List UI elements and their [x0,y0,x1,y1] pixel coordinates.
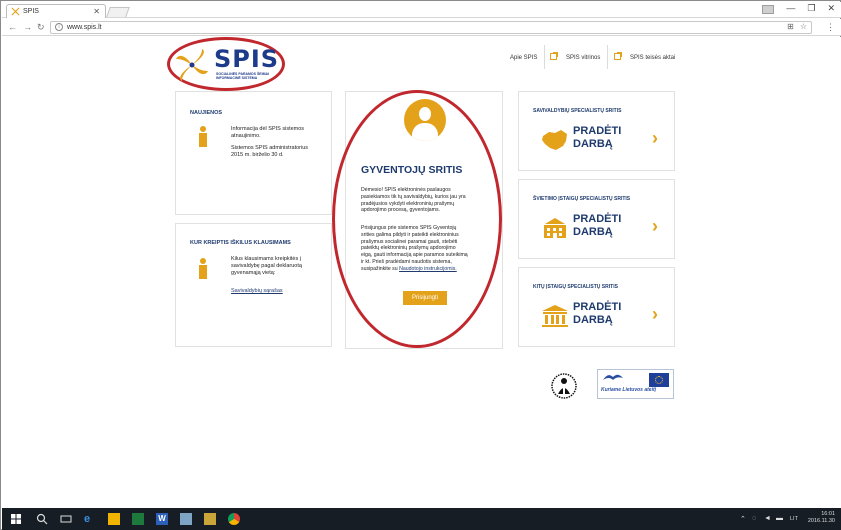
browser-window: SPIS ✕ — ❐ ✕ ← → ↻ i www.spis.lt ⊞ ☆ ⋮ S… [0,0,841,530]
login-button[interactable]: Prisijungti [403,291,447,305]
chevron-right-icon[interactable]: › [652,128,658,149]
area-title: ŠVIETIMO ĮSTAIGŲ SPECIALISTŲ SRITIS [533,196,631,202]
restore-icon[interactable]: ❐ [807,3,815,14]
spis-logo[interactable]: SPIS SOCIALINĖS PARAMOS ŠEIMAI INFORMACI… [172,43,282,87]
contact-line: savivaldybę pagal deklaruotą [231,263,302,269]
language-indicator[interactable]: LIT [790,516,798,522]
user-instructions-link[interactable]: Naudotojo instrukcijomis. [399,266,457,272]
tab-title: SPIS [23,8,39,15]
news-title: NAUJIENOS [190,110,223,116]
municipalities-link[interactable]: Savivaldybių sąrašas [231,288,283,294]
volume-icon[interactable]: ◄ [764,515,771,522]
notification-icon[interactable]: ▬ [776,515,783,522]
chrome-icon[interactable] [228,513,240,525]
close-window-icon[interactable]: ✕ [827,3,835,14]
news-line[interactable]: atnaujinimo. [231,133,308,140]
area-card-municipality[interactable]: SAVIVALDYBIŲ SPECIALISTŲ SRITIS PRADĖTI … [518,91,675,171]
start-label: PRADĖTI [573,125,622,137]
logo-text: SPIS [214,45,280,73]
windows-start-icon[interactable] [10,513,22,525]
info-icon [198,258,208,279]
excel-icon[interactable] [132,513,144,525]
chevron-right-icon[interactable]: › [652,216,658,237]
contact-line: Kilus klausimams kreipkitės į [231,256,301,262]
residents-title: GYVENTOJŲ SRITIS [361,164,463,176]
contact-line: gyvenamąją vietą: [231,270,276,276]
eu-slogan: Kuriame Lietuvos ateitį [601,387,657,393]
lithuania-map-icon [542,130,567,150]
task-view-icon[interactable] [60,513,72,525]
window-controls: — ❐ ✕ [762,3,835,14]
news-line[interactable]: Informacija dėl SPIS sistemos [231,126,308,133]
area-card-other[interactable]: KITŲ ĮSTAIGŲ SPECIALISTŲ SRITIS PRADĖTI … [518,267,675,347]
residents-notice: Dėmesio! SPIS elektroninės paslaugos pas… [361,187,466,214]
area-title: KITŲ ĮSTAIGŲ SPECIALISTŲ SRITIS [533,284,618,290]
file-explorer-icon[interactable] [108,513,120,525]
work-label: DARBĄ [573,226,613,238]
back-arrow-icon[interactable]: ← [8,22,17,32]
new-tab-button[interactable] [106,7,130,17]
user-avatar-icon [404,99,446,141]
residents-description: Prisijungus prie sistemos SPIS Gyventojų… [361,225,468,272]
area-title: SAVIVALDYBIŲ SPECIALISTŲ SRITIS [533,108,622,114]
start-label: PRADĖTI [573,301,622,313]
title-bar: SPIS ✕ — ❐ ✕ [2,2,841,18]
network-icon[interactable]: ◌ [752,515,756,522]
url-text: www.spis.lt [67,24,102,31]
search-icon[interactable] [36,513,48,525]
work-label: DARBĄ [573,314,613,326]
spis-emblem-icon [176,49,208,81]
browser-tab[interactable]: SPIS ✕ [6,4,106,18]
navigation-bar: ← → ↻ i www.spis.lt ⊞ ☆ ⋮ [2,19,841,36]
reload-icon[interactable]: ↻ [37,22,45,33]
news-line: Sistemos SPIS administratorius [231,145,309,151]
school-icon [544,218,566,238]
forward-arrow-icon[interactable]: → [23,22,32,32]
partner-emblem-icon [551,373,577,399]
contact-title: KUR KREIPTIS IŠKILUS KLAUSIMAMS [190,240,291,246]
bookmark-star-icon[interactable]: ☆ [800,22,807,31]
browser-menu-icon[interactable]: ⋮ [826,22,835,33]
word-icon[interactable]: W [156,513,168,525]
eu-bird-icon [603,374,623,380]
clock[interactable]: 16:01 2016.11.30 [808,511,835,525]
photos-icon[interactable] [180,513,192,525]
address-bar[interactable]: i www.spis.lt ⊞ ☆ [50,21,812,34]
folder-icon[interactable] [204,513,216,525]
tab-close-icon[interactable]: ✕ [93,7,100,16]
news-card: NAUJIENOS Informacija dėl SPIS sistemos … [175,91,332,215]
translate-icon[interactable]: ⊞ [787,22,794,31]
logo-subtitle-2: INFORMACINĖ SISTEMA [216,76,258,80]
eu-flag-icon [649,373,669,387]
clock-time: 16:01 [821,511,835,517]
nav-about-link[interactable]: Apie SPIS [510,55,537,61]
edge-browser-icon[interactable]: e [84,513,96,525]
clock-date: 2016.11.30 [807,518,835,524]
external-link-icon [614,52,622,60]
external-link-icon [550,52,558,60]
info-icon [198,126,208,147]
contact-card: KUR KREIPTIS IŠKILUS KLAUSIMAMS Kilus kl… [175,223,332,347]
info-icon[interactable]: i [55,23,63,31]
chevron-right-icon[interactable]: › [652,304,658,325]
area-card-education[interactable]: ŠVIETIMO ĮSTAIGŲ SPECIALISTŲ SRITIS PRAD… [518,179,675,259]
minimize-icon[interactable]: — [786,3,795,14]
start-label: PRADĖTI [573,213,622,225]
news-line: 2015 m. birželio 30 d. [231,152,284,158]
institution-icon [542,305,568,327]
profile-icon[interactable] [762,5,775,14]
work-label: DARBĄ [573,138,613,150]
spis-favicon-icon [11,7,20,16]
page-content: SPIS SOCIALINĖS PARAMOS ŠEIMAI INFORMACI… [2,37,841,508]
tray-chevron-icon[interactable]: ⌃ [740,515,746,523]
taskbar: e W ⌃ ◌ ◄ ▬ LIT 16:01 2016.11.30 [2,508,841,530]
eu-funds-logo: Kuriame Lietuvos ateitį [597,369,674,399]
